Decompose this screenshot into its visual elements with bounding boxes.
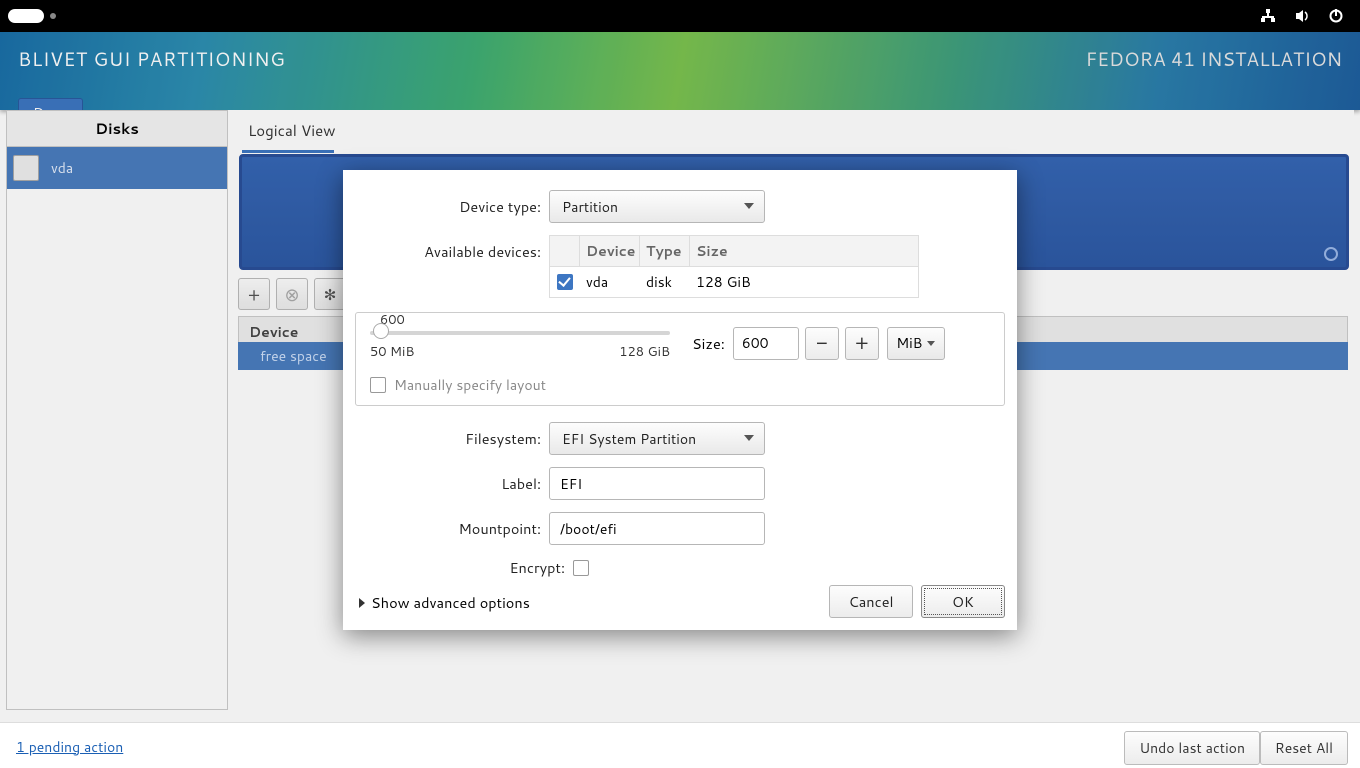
size-decrement-button[interactable]: −	[805, 327, 839, 360]
device-type-combo[interactable]: Partition	[549, 190, 765, 223]
filesystem-combo[interactable]: EFI System Partition	[549, 422, 765, 455]
workspace-dot	[50, 13, 56, 19]
size-unit-combo[interactable]: MiB	[887, 327, 945, 360]
size-input[interactable]	[733, 327, 799, 360]
gnome-topbar	[0, 0, 1360, 32]
device-type-value: Partition	[562, 197, 618, 217]
power-icon[interactable]	[1326, 6, 1346, 26]
activities-pill[interactable]	[8, 9, 44, 23]
col-type: Type	[640, 236, 690, 266]
slider-max-label: 128 GiB	[619, 343, 670, 361]
size-increment-button[interactable]: +	[845, 327, 879, 360]
volume-icon[interactable]	[1292, 6, 1312, 26]
triangle-right-icon	[359, 598, 365, 608]
ok-button[interactable]: OK	[921, 585, 1005, 618]
manual-layout-checkbox[interactable]	[370, 377, 386, 393]
mountpoint-input[interactable]	[549, 512, 765, 545]
chevron-down-icon	[927, 341, 935, 346]
cell-device: vda	[580, 267, 640, 297]
size-label: Size:	[692, 333, 725, 354]
col-device: Device	[580, 236, 640, 266]
encrypt-checkbox[interactable]	[573, 560, 589, 576]
reset-button[interactable]: Reset All	[1260, 731, 1348, 765]
pending-actions-link[interactable]: 1 pending action	[16, 737, 123, 757]
device-type-label: Device type:	[343, 196, 549, 217]
label-label: Label:	[343, 473, 549, 494]
chevron-down-icon	[744, 203, 754, 209]
size-unit-value: MiB	[896, 333, 922, 353]
network-icon[interactable]	[1258, 6, 1278, 26]
undo-button[interactable]: Undo last action	[1124, 731, 1260, 765]
size-frame: 600 50 MiB 128 GiB Size: − + MiB Manuall…	[355, 312, 1005, 406]
encrypt-label: Encrypt:	[343, 557, 573, 578]
chevron-down-icon	[744, 435, 754, 441]
manual-layout-label: Manually specify layout	[394, 375, 546, 395]
size-slider-track[interactable]	[370, 331, 670, 335]
available-devices-label: Available devices:	[343, 235, 549, 262]
create-partition-dialog: Device type: Partition Available devices…	[343, 170, 1017, 630]
cell-type: disk	[640, 267, 690, 297]
cancel-button[interactable]: Cancel	[829, 585, 913, 618]
slider-min-label: 50 MiB	[370, 343, 414, 361]
device-row-checkbox[interactable]	[557, 274, 573, 290]
advanced-label: Show advanced options	[371, 592, 530, 613]
col-size: Size	[690, 236, 918, 266]
mountpoint-label: Mountpoint:	[343, 518, 549, 539]
cell-size: 128 GiB	[690, 267, 918, 297]
filesystem-value: EFI System Partition	[562, 429, 696, 449]
footer-bar: 1 pending action Undo last action Reset …	[0, 722, 1360, 768]
size-slider-thumb[interactable]	[373, 323, 389, 339]
label-input[interactable]	[549, 467, 765, 500]
filesystem-label: Filesystem:	[343, 428, 549, 449]
table-row[interactable]: vda disk 128 GiB	[549, 267, 919, 298]
